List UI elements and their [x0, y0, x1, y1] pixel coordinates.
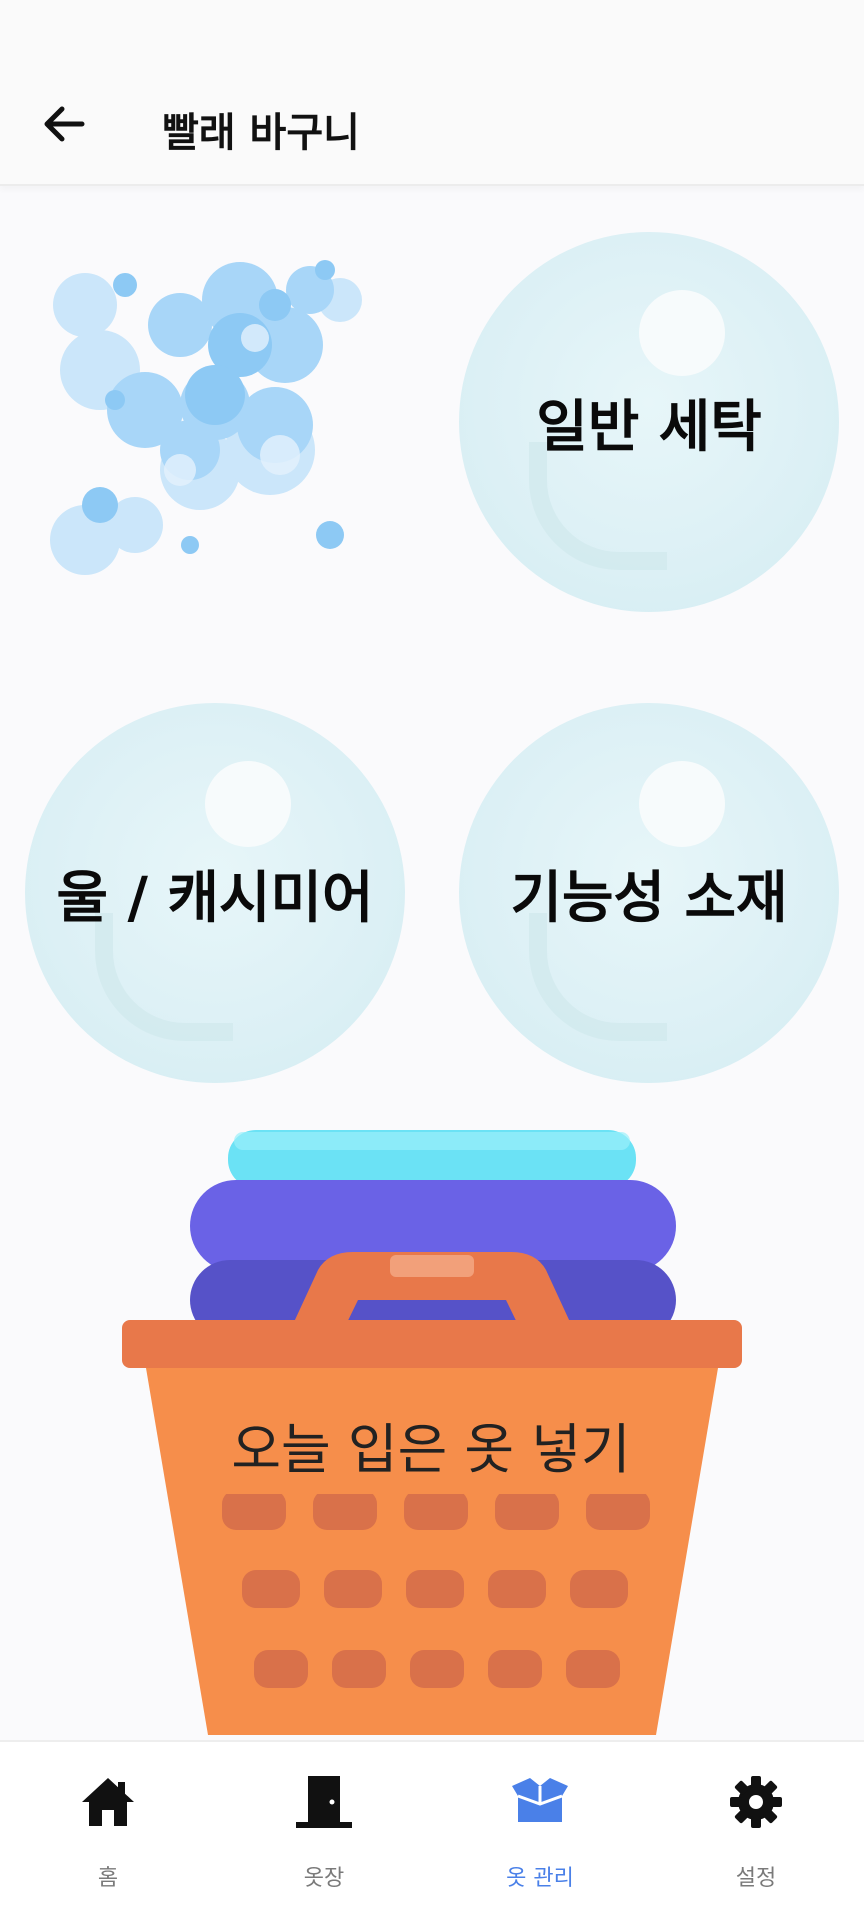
home-icon: [82, 1778, 134, 1826]
app-bar: 빨래 바구니: [0, 0, 864, 186]
wash-option-functional[interactable]: 기능성 소재: [459, 703, 839, 1083]
circle-highlight: [639, 761, 725, 847]
wash-option-wool-cashmere[interactable]: 울 / 캐시미어: [25, 703, 405, 1083]
wash-option-label: 울 / 캐시미어: [56, 865, 374, 931]
wash-option-normal[interactable]: 일반 세탁: [459, 232, 839, 612]
soap-bubbles-illustration: [50, 260, 362, 575]
bottom-navigation: 홈 옷장 옷 관리 설정: [0, 1740, 864, 1922]
gear-icon: [730, 1776, 782, 1828]
basket-label: 오늘 입은 옷 넣기: [180, 1394, 682, 1494]
nav-label: 옷 관리: [506, 1866, 574, 1891]
circle-highlight: [639, 290, 725, 376]
back-arrow-icon: [44, 106, 85, 142]
back-button[interactable]: [36, 96, 92, 152]
closet-door-icon: [296, 1776, 352, 1828]
nav-item-closet[interactable]: 옷장: [216, 1742, 432, 1922]
nav-item-clothes-care[interactable]: 옷 관리: [432, 1742, 648, 1922]
page-title: 빨래 바구니: [162, 110, 360, 156]
circle-highlight: [205, 761, 291, 847]
nav-label: 옷장: [303, 1866, 345, 1891]
wash-option-label: 기능성 소재: [510, 865, 788, 931]
nav-label: 설정: [735, 1866, 777, 1891]
box-icon: [512, 1778, 568, 1822]
nav-item-settings[interactable]: 설정: [648, 1742, 864, 1922]
nav-label: 홈: [97, 1866, 119, 1891]
wash-option-label: 일반 세탁: [536, 394, 762, 460]
nav-item-home[interactable]: 홈: [0, 1742, 216, 1922]
